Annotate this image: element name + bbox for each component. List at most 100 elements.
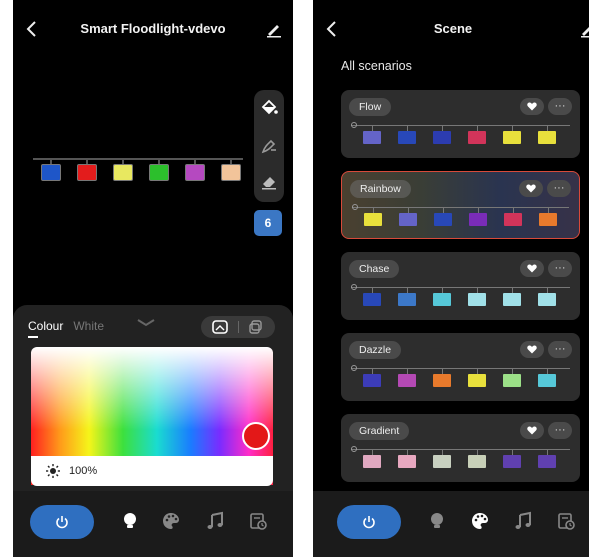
favorite-button[interactable]: [520, 260, 544, 277]
scene-bulb: [364, 213, 382, 226]
power-button[interactable]: [337, 505, 401, 539]
string-plug: [352, 204, 358, 210]
brush-tool[interactable]: [259, 136, 279, 156]
paint-bucket-tool[interactable]: [259, 98, 279, 118]
scene-bulb: [538, 374, 556, 387]
more-options-button[interactable]: ···: [547, 180, 571, 197]
bulb-icon: [124, 513, 136, 528]
scene-bulb: [538, 293, 556, 306]
eraser-tool[interactable]: [259, 172, 279, 192]
brightness-bar[interactable]: 100%: [31, 456, 273, 486]
power-button[interactable]: [30, 505, 94, 539]
top-bar: Scene: [313, 0, 589, 58]
nav-scene[interactable]: [161, 511, 181, 531]
brush-icon: [261, 139, 276, 154]
scene-bulb: [538, 455, 556, 468]
scene-bulb: [363, 293, 381, 306]
scene-name: Flow: [349, 98, 392, 116]
schedule-icon: [558, 513, 575, 530]
power-icon: [56, 516, 68, 529]
nav-schedule[interactable]: [248, 511, 268, 531]
scene-bulb: [469, 213, 487, 226]
tab-white[interactable]: White: [73, 319, 104, 338]
scene-bulb: [468, 455, 486, 468]
more-options-button[interactable]: ···: [548, 260, 572, 277]
more-options-button[interactable]: ···: [548, 341, 572, 358]
edit-button[interactable]: [579, 20, 589, 40]
light-segment[interactable]: [41, 164, 61, 181]
image-picker-icon: [212, 320, 228, 334]
scene-bulb: [538, 131, 556, 144]
more-options-button[interactable]: ···: [548, 422, 572, 439]
nav-scene[interactable]: [470, 511, 490, 531]
nav-music[interactable]: [513, 511, 533, 531]
scene-name: Gradient: [349, 422, 410, 440]
string-wire: [351, 449, 570, 450]
scene-preview-string: [351, 122, 570, 150]
scene-card[interactable]: Flow ···: [341, 90, 580, 158]
scene-bulb: [434, 213, 452, 226]
collapse-handle[interactable]: [136, 315, 156, 327]
favorite-button[interactable]: [520, 98, 544, 115]
scene-bulb: [433, 455, 451, 468]
color-sheet: Colour White 100%: [13, 305, 293, 557]
edit-button[interactable]: [265, 20, 285, 40]
mode-tabs: Colour White: [28, 319, 104, 338]
schedule-icon: [250, 513, 267, 530]
copy-icon: [249, 320, 262, 334]
scene-preview-string: [351, 446, 570, 474]
scene-bulb: [363, 131, 381, 144]
top-bar: Smart Floodlight-vdevo: [13, 0, 293, 58]
light-segment[interactable]: [185, 164, 205, 181]
nav-light[interactable]: [120, 511, 140, 531]
scene-bulb: [433, 131, 451, 144]
nav-schedule[interactable]: [556, 511, 576, 531]
scene-name: Dazzle: [349, 341, 402, 359]
page-title: Scene: [433, 21, 473, 36]
pencil-icon: [581, 27, 589, 38]
string-wire: [351, 368, 570, 369]
scene-card[interactable]: Chase ···: [341, 252, 580, 320]
music-note-icon: [515, 511, 531, 529]
sun-icon: [46, 464, 60, 478]
light-segment[interactable]: [77, 164, 97, 181]
favorite-button[interactable]: [520, 341, 544, 358]
tool-rail: [254, 90, 284, 202]
eraser-icon: [262, 177, 276, 190]
nav-light[interactable]: [427, 511, 447, 531]
bulb-icon: [431, 513, 443, 528]
heart-icon: [527, 426, 537, 435]
scene-bulb: [433, 374, 451, 387]
scene-bulb: [398, 455, 416, 468]
favorite-button[interactable]: [520, 422, 544, 439]
string-plug: [351, 122, 357, 128]
palette-mode-button[interactable]: [211, 319, 229, 335]
string-plug: [351, 365, 357, 371]
segment-divider: [238, 321, 239, 333]
favorite-button[interactable]: [519, 180, 543, 197]
segment-count-badge[interactable]: 6: [254, 210, 282, 236]
nav-music[interactable]: [205, 511, 225, 531]
light-segment[interactable]: [221, 164, 241, 181]
more-options-button[interactable]: ···: [548, 98, 572, 115]
scene-bulb: [503, 131, 521, 144]
palette-icon: [472, 513, 488, 529]
string-wire: [351, 287, 570, 288]
scene-bulb: [503, 293, 521, 306]
heart-icon: [527, 345, 537, 354]
light-string-preview[interactable]: [33, 150, 243, 200]
light-segment[interactable]: [149, 164, 169, 181]
string-plug: [351, 284, 357, 290]
tab-colour[interactable]: Colour: [28, 319, 63, 338]
scene-card[interactable]: Dazzle ···: [341, 333, 580, 401]
copy-mode-button[interactable]: [247, 319, 265, 335]
chevron-down-icon: [137, 319, 155, 327]
light-segment[interactable]: [113, 164, 133, 181]
scene-bulb: [398, 374, 416, 387]
heart-icon: [527, 264, 537, 273]
scene-bulb: [503, 374, 521, 387]
scene-card[interactable]: Rainbow ···: [341, 171, 580, 239]
light-control-screen: Smart Floodlight-vdevo 6 Colour White 10…: [13, 0, 293, 557]
color-picker-knob[interactable]: [242, 422, 270, 450]
scene-card[interactable]: Gradient ···: [341, 414, 580, 482]
